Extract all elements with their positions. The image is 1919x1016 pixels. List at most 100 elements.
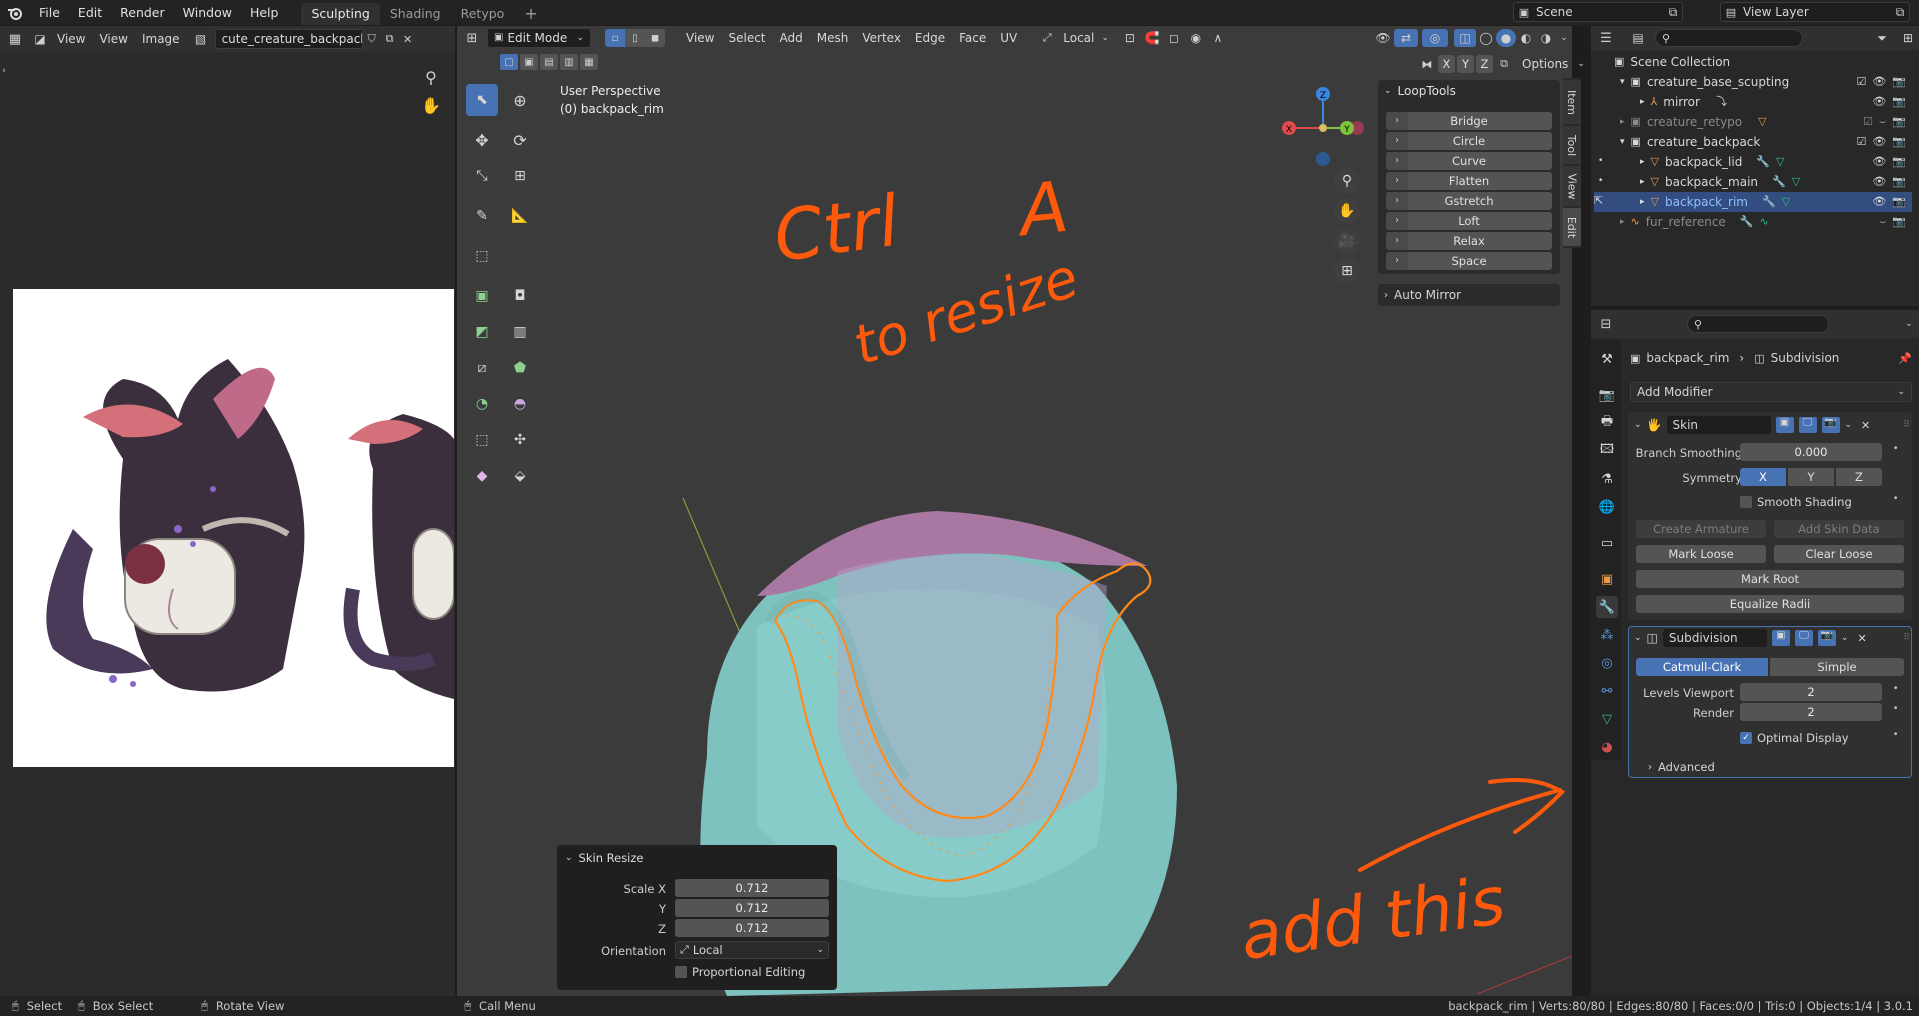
camera-icon[interactable]: 📷: [1892, 112, 1912, 132]
image-browse-icon[interactable]: ▧: [187, 32, 215, 46]
loop-cut-tool[interactable]: ▥: [504, 316, 536, 348]
chevron-right-icon[interactable]: ›: [1386, 212, 1408, 230]
face-select-icon[interactable]: ◼: [645, 29, 665, 47]
looptools-relax-button[interactable]: › Relax: [1386, 232, 1552, 250]
spin-tool[interactable]: ◔: [466, 388, 498, 420]
proportional-editing-checkbox[interactable]: Proportional Editing: [675, 965, 805, 979]
zoom-icon[interactable]: ⚲: [418, 64, 444, 90]
orientation-dropdown[interactable]: Local: [1056, 25, 1101, 51]
chevron-down-icon[interactable]: ⌄: [1899, 319, 1919, 329]
chevron-right-icon[interactable]: ›: [1386, 192, 1408, 210]
add-workspace-button[interactable]: +: [514, 3, 547, 25]
chevron-right-icon[interactable]: ›: [1386, 232, 1408, 250]
editor-type-icon[interactable]: ☰: [1591, 31, 1621, 46]
shading-solid-icon[interactable]: ●: [1496, 29, 1516, 47]
proportional-edit-icon[interactable]: ◉: [1185, 31, 1207, 45]
looptools-space-button[interactable]: › Space: [1386, 252, 1552, 270]
chevron-down-icon[interactable]: ⌄: [1841, 633, 1849, 643]
eye-icon[interactable]: 👁: [1872, 152, 1886, 172]
animate-dot[interactable]: •: [1893, 704, 1898, 714]
skin-resize-header[interactable]: ⌄ Skin Resize: [565, 851, 644, 865]
shear-tool[interactable]: ◆: [466, 460, 498, 492]
drag-handle-icon[interactable]: ⠿: [1903, 633, 1910, 643]
duplicate-icon[interactable]: ⧉: [381, 32, 399, 46]
levels-viewport-field[interactable]: 2: [1740, 683, 1882, 701]
shading-render-icon[interactable]: ◑: [1536, 31, 1556, 45]
pan-hand-icon[interactable]: ✋: [418, 92, 444, 118]
menu-view[interactable]: View: [92, 26, 134, 52]
outliner-row-creature-backpack[interactable]: ▾ ▣ creature_backpack ☑ 👁 📷: [1594, 132, 1912, 152]
menu-face[interactable]: Face: [952, 25, 993, 51]
menu-vertex[interactable]: Vertex: [855, 25, 908, 51]
filter-icon[interactable]: ⏷: [1871, 31, 1893, 46]
pan-view-icon[interactable]: ✋: [1334, 198, 1360, 224]
mark-loose-button[interactable]: Mark Loose: [1636, 545, 1766, 563]
editor-type-icon[interactable]: ⊟: [1591, 317, 1621, 332]
select-subtract-icon[interactable]: ▤: [540, 54, 558, 70]
looptools-flatten-button[interactable]: › Flatten: [1386, 172, 1552, 190]
branch-smoothing-field[interactable]: 0.000: [1740, 443, 1882, 461]
vertex-select-icon[interactable]: ▫: [605, 29, 625, 47]
animate-dot[interactable]: •: [1893, 444, 1898, 454]
viewport-toggle-icon[interactable]: 🖵: [1794, 630, 1813, 646]
symmetry-y-toggle[interactable]: Y: [1788, 468, 1834, 486]
select-invert-icon[interactable]: ▥: [560, 54, 578, 70]
mode-dropdown[interactable]: ▣ Edit Mode ⌄: [487, 28, 591, 48]
symmetry-x-toggle[interactable]: X: [1740, 468, 1786, 486]
material-tab-icon[interactable]: ◕: [1596, 736, 1618, 758]
modifier-tab-icon[interactable]: 🔧: [1596, 596, 1618, 618]
tab-tool[interactable]: Tool: [1563, 126, 1581, 164]
properties-search-field[interactable]: ⚲: [1687, 315, 1829, 333]
catmull-clark-toggle[interactable]: Catmull-Clark: [1636, 658, 1768, 676]
menu-mesh[interactable]: Mesh: [810, 25, 856, 51]
add-skin-data-button[interactable]: Add Skin Data: [1774, 520, 1904, 538]
outliner-row-fur-reference[interactable]: ▸ ∿ fur_reference 🔧 ∿ ⌣ 📷: [1594, 212, 1912, 232]
scale-z-field[interactable]: 0.712: [675, 919, 829, 937]
snap-target-icon[interactable]: ◻: [1163, 31, 1185, 45]
output-tab-icon[interactable]: 🖶: [1596, 412, 1618, 434]
view-mode-icon[interactable]: ◪: [30, 32, 50, 46]
simple-toggle[interactable]: Simple: [1770, 658, 1904, 676]
camera-icon[interactable]: 📷: [1892, 152, 1912, 172]
rip-tool[interactable]: ⬙: [504, 460, 536, 492]
subdivision-name-field[interactable]: Subdivision: [1662, 629, 1767, 647]
render-tab-icon[interactable]: 📷: [1596, 384, 1618, 406]
eye-hidden-icon[interactable]: ⌣: [1879, 112, 1886, 132]
menu-select[interactable]: Select: [721, 25, 772, 51]
mirror-y-toggle[interactable]: Y: [1457, 55, 1474, 73]
checkbox-box[interactable]: [1740, 496, 1752, 508]
tab-retypo[interactable]: Retypo: [451, 3, 515, 25]
tab-view[interactable]: View: [1563, 166, 1581, 206]
inset-tool[interactable]: ◘: [504, 280, 536, 312]
looptools-circle-button[interactable]: › Circle: [1386, 132, 1552, 150]
move-tool[interactable]: ✥: [466, 124, 498, 156]
eye-icon[interactable]: 👁: [1872, 172, 1886, 192]
fake-user-icon[interactable]: ⛉: [363, 32, 381, 46]
new-scene-icon[interactable]: ⧉: [1664, 5, 1682, 20]
camera-icon[interactable]: 📷: [1892, 192, 1912, 212]
advanced-subpanel[interactable]: › Advanced: [1648, 760, 1715, 774]
select-box-tool[interactable]: ⬉: [466, 84, 498, 116]
render-levels-field[interactable]: 2: [1740, 703, 1882, 721]
mirror-x-toggle[interactable]: X: [1438, 55, 1455, 73]
symmetry-z-toggle[interactable]: Z: [1836, 468, 1882, 486]
tab-sculpting[interactable]: Sculpting: [301, 3, 380, 25]
scene-selector[interactable]: ▣ Scene ⧉: [1513, 2, 1683, 22]
tool-settings-tab-icon[interactable]: ⚒: [1596, 348, 1618, 370]
drag-handle-icon[interactable]: ⠿: [1903, 420, 1910, 430]
menu-add[interactable]: Add: [773, 25, 810, 51]
blender-logo-icon[interactable]: [0, 0, 30, 25]
scene-tab-icon[interactable]: ⚗: [1596, 468, 1618, 490]
view-layer-tab-icon[interactable]: 🖾: [1596, 440, 1618, 462]
looptools-gstretch-button[interactable]: › Gstretch: [1386, 192, 1552, 210]
xray-icon[interactable]: ◫: [1454, 29, 1476, 47]
navigation-gizmo[interactable]: Z X Y: [1275, 84, 1371, 172]
edit-mode-toggle-icon[interactable]: ▣: [1775, 417, 1794, 433]
shading-options-icon[interactable]: ⌄: [1556, 33, 1572, 43]
add-cube-tool[interactable]: ⬚: [466, 240, 498, 272]
editor-type-icon[interactable]: ⊞: [457, 26, 487, 50]
chevron-down-icon[interactable]: ⌄: [1845, 420, 1853, 430]
tab-item[interactable]: Item: [1563, 80, 1581, 124]
camera-icon[interactable]: 📷: [1892, 132, 1912, 152]
outliner-row-backpack-lid[interactable]: ▸ ▽ backpack_lid 🔧 ▽ 👁 📷: [1594, 152, 1912, 172]
